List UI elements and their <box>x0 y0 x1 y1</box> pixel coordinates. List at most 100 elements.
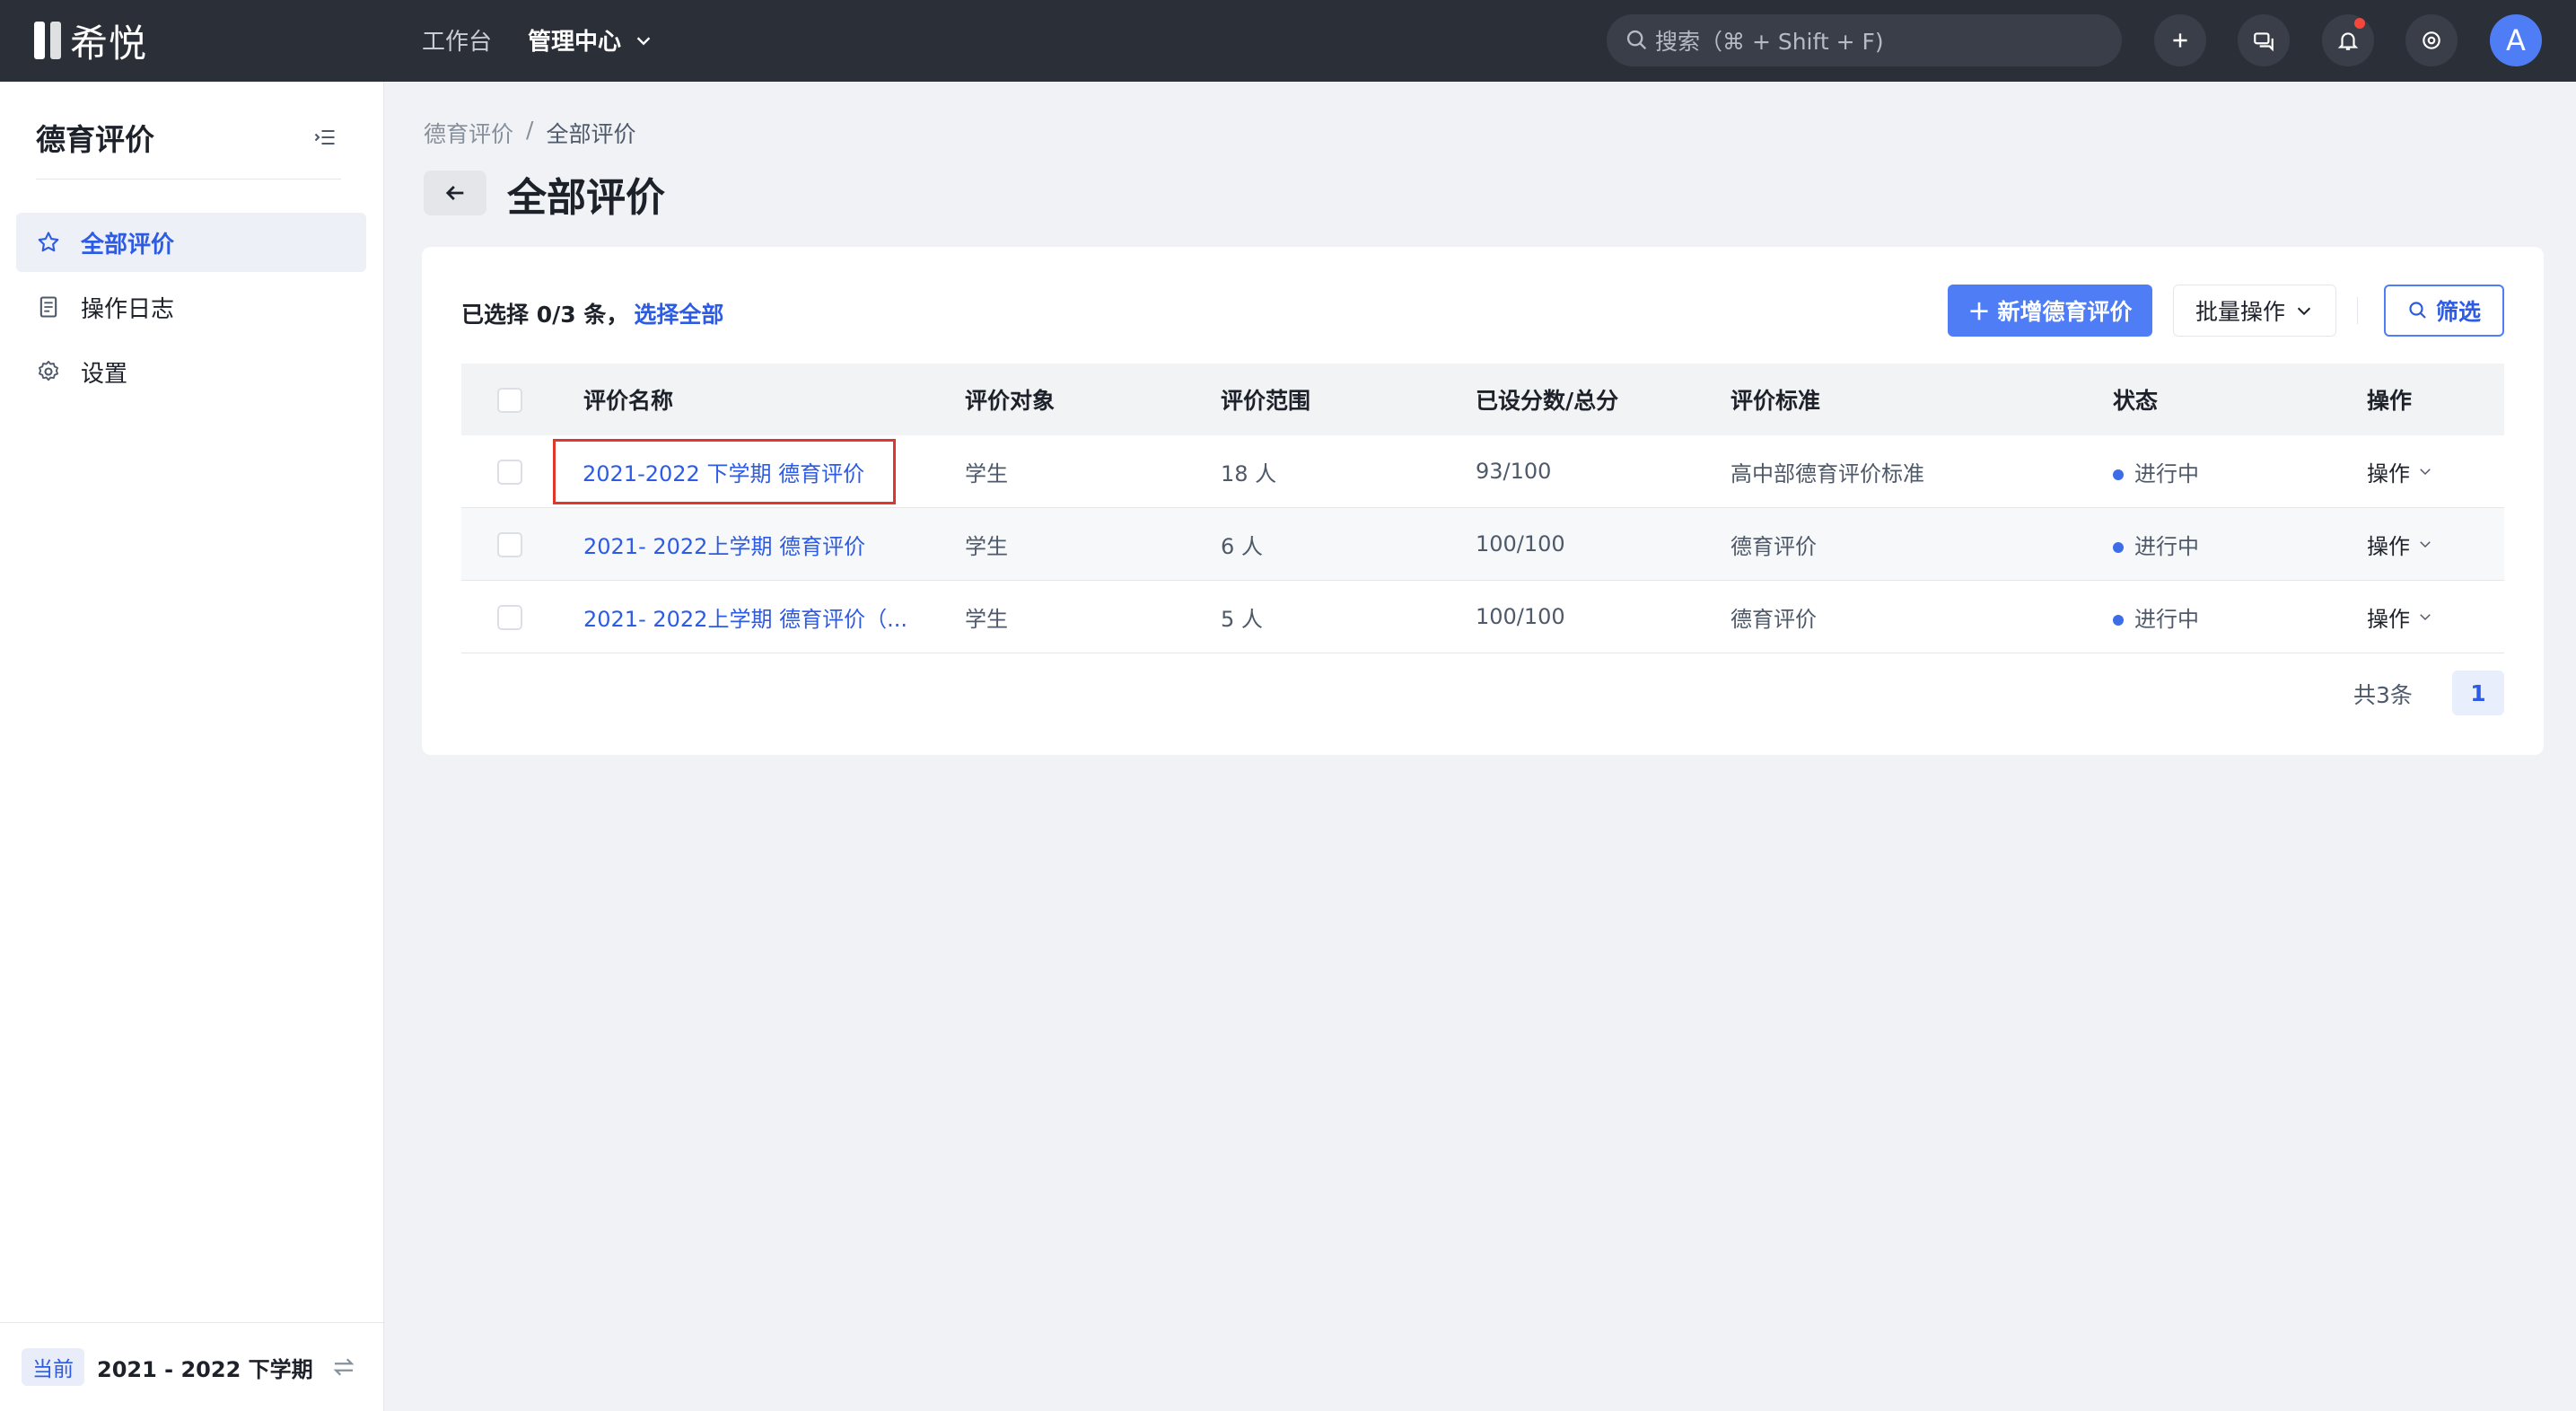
nav-workbench[interactable]: 工作台 <box>422 23 492 57</box>
status-text: 进行中 <box>2134 533 2199 559</box>
standard-cell: 德育评价 <box>1730 507 2112 581</box>
highlight-box: 2021-2022 下学期 德育评价 <box>553 438 897 504</box>
current-term-badge: 当前 <box>22 1348 84 1386</box>
breadcrumb-current: 全部评价 <box>546 121 636 147</box>
score-cell: 100/100 <box>1475 580 1730 653</box>
column-header: 操作 <box>2366 364 2504 435</box>
select-all-link[interactable]: 选择全部 <box>634 302 723 328</box>
checkbox-cell <box>461 580 583 653</box>
name-cell: 2021- 2022上学期 德育评价（... <box>583 580 964 653</box>
chevron-down-icon <box>636 36 651 45</box>
row-actions-dropdown[interactable]: 操作 <box>2367 456 2433 487</box>
search-input[interactable]: 搜索（⌘ + Shift + F) <box>1607 14 2122 66</box>
chat-icon <box>2254 32 2274 52</box>
target-cell: 学生 <box>964 580 1220 653</box>
add-evaluation-button[interactable]: ＋ 新增德育评价 <box>1948 285 2152 337</box>
plus-icon: ＋ <box>1967 299 1991 325</box>
messages-button[interactable] <box>2238 14 2290 66</box>
nav-admin-label: 管理中心 <box>528 29 622 56</box>
status-text: 进行中 <box>2134 460 2199 486</box>
logo-text: 希悦 <box>70 21 148 66</box>
action-cell: 操作 <box>2366 435 2504 508</box>
term-switcher: 当前 2021 - 2022 下学期 <box>0 1322 383 1411</box>
bell-icon <box>2337 32 2359 50</box>
row-checkbox[interactable] <box>497 531 522 557</box>
top-bar: 希悦 工作台 管理中心 搜索（⌘ + Shift + F) A <box>0 0 2576 82</box>
search-icon <box>1626 30 1647 50</box>
row-actions-dropdown[interactable]: 操作 <box>2367 529 2433 560</box>
settings-icon <box>2423 31 2440 49</box>
create-button[interactable] <box>2154 14 2206 66</box>
evaluation-name-link[interactable]: 2021- 2022上学期 德育评价 <box>583 534 865 559</box>
evaluation-table: 评价名称 评价对象 评价范围 已设分数/总分 评价标准 状态 操作 2021-2… <box>461 364 2504 653</box>
evaluation-name-link[interactable]: 2021- 2022上学期 德育评价（... <box>583 607 907 632</box>
page-title: 全部评价 <box>507 175 665 221</box>
name-cell: 2021-2022 下学期 德育评价 <box>553 435 964 508</box>
evaluation-list-card: 已选择 0/3 条， 选择全部 ＋ 新增德育评价 批量操作 筛选 评价名称 评价对… <box>422 247 2544 755</box>
back-button[interactable] <box>424 171 486 215</box>
column-header: 评价范围 <box>1220 364 1475 435</box>
column-header: 已设分数/总分 <box>1475 364 1730 435</box>
document-icon <box>39 296 57 318</box>
row-actions-label: 操作 <box>2367 460 2410 486</box>
chevron-down-icon <box>2420 541 2431 548</box>
row-checkbox[interactable] <box>497 604 522 630</box>
star-icon <box>38 232 59 252</box>
table-row: 2021- 2022上学期 德育评价 学生 6 人 100/100 德育评价 进… <box>461 507 2504 581</box>
standard-cell: 德育评价 <box>1730 580 2112 653</box>
scope-cell: 6 人 <box>1220 507 1475 581</box>
notification-dot <box>2354 18 2365 29</box>
column-header: 评价名称 <box>583 364 964 435</box>
swap-icon[interactable] <box>330 1354 357 1380</box>
breadcrumb-separator: / <box>526 117 534 143</box>
collapse-sidebar-icon[interactable] <box>312 125 337 150</box>
filter-label: 筛选 <box>2435 299 2481 325</box>
column-header: 评价对象 <box>964 364 1220 435</box>
status-cell: 进行中 <box>2112 435 2366 508</box>
user-avatar[interactable]: A <box>2490 14 2542 66</box>
search-placeholder: 搜索（⌘ + Shift + F) <box>1655 29 1884 55</box>
target-cell: 学生 <box>964 435 1220 508</box>
filter-button[interactable]: 筛选 <box>2384 285 2504 337</box>
evaluation-name-link[interactable]: 2021-2022 下学期 德育评价 <box>583 461 864 486</box>
nav-admin-center[interactable]: 管理中心 <box>528 23 653 57</box>
pagination-page-1[interactable]: 1 <box>2452 670 2504 715</box>
status-dot <box>2113 541 2124 553</box>
checkbox-cell <box>461 507 583 581</box>
row-checkbox[interactable] <box>497 459 522 485</box>
action-cell: 操作 <box>2366 580 2504 653</box>
status-cell: 进行中 <box>2112 580 2366 653</box>
scope-cell: 18 人 <box>1220 435 1475 508</box>
pagination-total: 共3条 <box>2353 682 2413 708</box>
sidebar-divider <box>36 179 341 180</box>
name-cell: 2021- 2022上学期 德育评价 <box>583 507 964 581</box>
standard-cell: 高中部德育评价标准 <box>1730 435 2112 508</box>
batch-actions-label: 批量操作 <box>2195 299 2285 325</box>
table-row: 2021- 2022上学期 德育评价（... 学生 5 人 100/100 德育… <box>461 580 2504 653</box>
action-cell: 操作 <box>2366 507 2504 581</box>
toolbar-divider <box>2357 297 2358 324</box>
row-actions-dropdown[interactable]: 操作 <box>2367 601 2433 633</box>
add-evaluation-label: 新增德育评价 <box>1997 299 2133 325</box>
target-cell: 学生 <box>964 507 1220 581</box>
status-dot <box>2113 469 2124 480</box>
sidebar-title: 德育评价 <box>36 122 154 157</box>
settings-button[interactable] <box>2405 14 2458 66</box>
breadcrumb: 德育评价 / 全部评价 <box>424 117 635 149</box>
sidebar-item-label: 设置 <box>81 360 128 388</box>
selection-info: 已选择 0/3 条， 选择全部 <box>461 297 723 329</box>
sidebar-item-all-evaluations[interactable]: 全部评价 <box>16 213 366 272</box>
sidebar-item-operation-log[interactable]: 操作日志 <box>16 277 366 337</box>
selected-count: 已选择 0/3 条， <box>461 302 629 328</box>
column-header: 评价标准 <box>1730 364 2112 435</box>
app-logo[interactable]: 希悦 <box>34 16 148 66</box>
search-icon <box>2409 302 2426 319</box>
sidebar-item-settings[interactable]: 设置 <box>16 342 366 401</box>
select-all-checkbox[interactable] <box>497 388 522 413</box>
batch-actions-button[interactable]: 批量操作 <box>2173 285 2336 337</box>
table-row: 2021-2022 下学期 德育评价 学生 18 人 93/100 高中部德育评… <box>461 435 2504 508</box>
row-actions-label: 操作 <box>2367 533 2410 559</box>
notifications-button[interactable] <box>2322 14 2374 66</box>
status-text: 进行中 <box>2134 606 2199 632</box>
breadcrumb-parent[interactable]: 德育评价 <box>424 117 513 149</box>
